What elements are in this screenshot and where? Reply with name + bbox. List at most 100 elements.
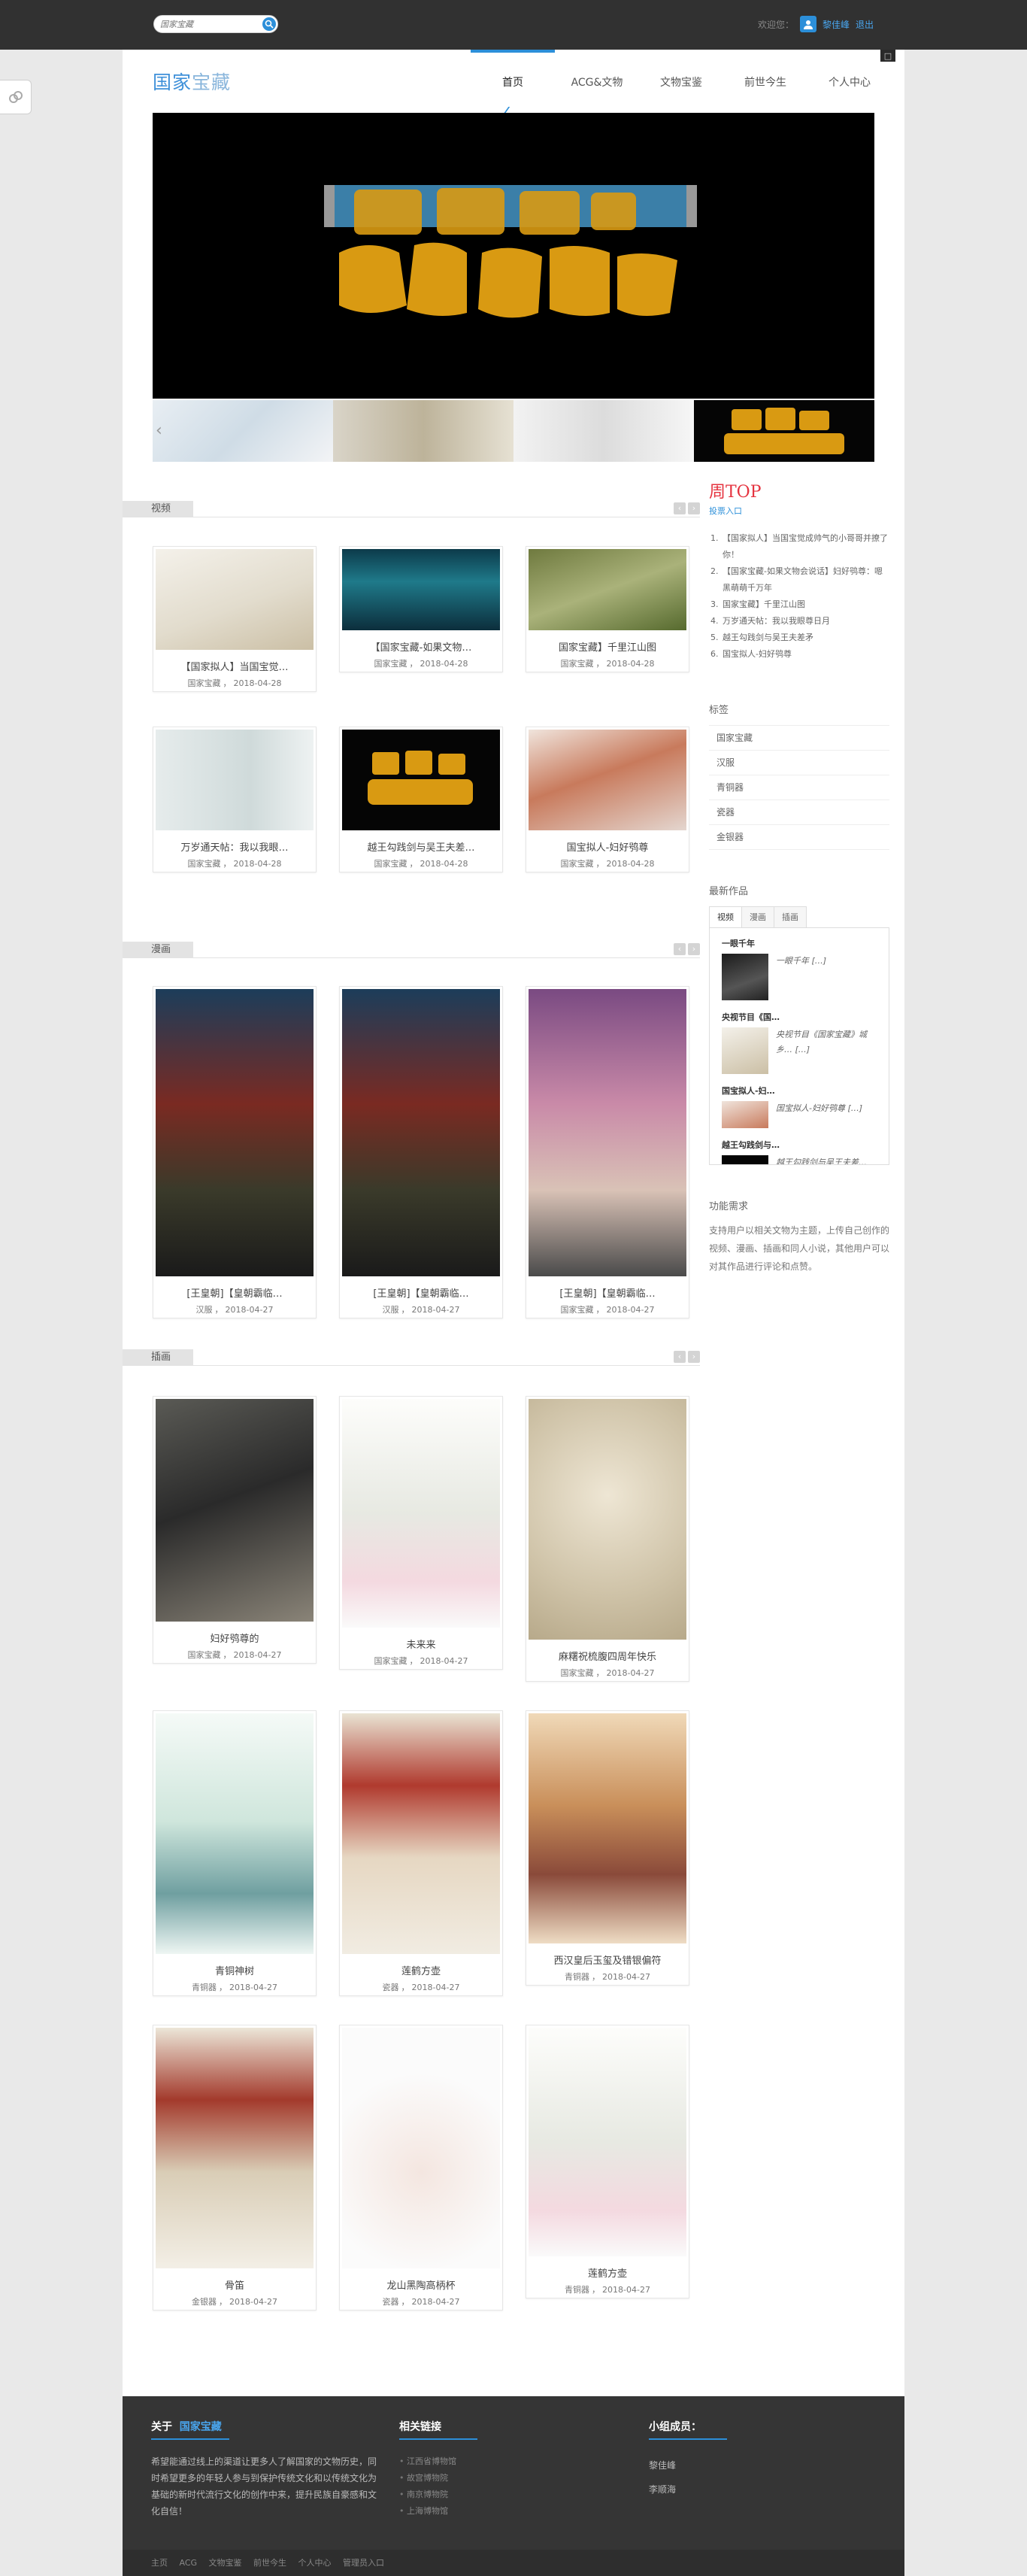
card-category[interactable]: 青铜器 xyxy=(565,2285,589,2295)
user-name-link[interactable]: 黎佳峰 xyxy=(823,18,850,31)
nav-acg[interactable]: ACG&文物 xyxy=(555,50,639,114)
bottom-link-admin[interactable]: 管理员入口 xyxy=(343,2558,384,2568)
card-category[interactable]: 国家宝藏 xyxy=(374,859,407,869)
card-title[interactable]: 青铜神树 xyxy=(156,1963,314,1977)
work-thumbnail[interactable] xyxy=(722,954,768,1000)
banner-thumb-4[interactable] xyxy=(694,400,874,462)
card-title[interactable]: 越王勾践剑与吴王夫差… xyxy=(342,839,500,853)
illustration-card[interactable]: 莲鹤方壶 青铜器， 2018-04-27 xyxy=(526,2025,689,2298)
illustration-card[interactable]: 青铜神树 青铜器， 2018-04-27 xyxy=(153,1710,317,1996)
nav-relics[interactable]: 文物宝鉴 xyxy=(639,50,723,114)
rank-item[interactable]: 国宝拟人-妇好鸮尊 xyxy=(721,646,889,663)
user-avatar[interactable] xyxy=(799,16,816,32)
search-button[interactable] xyxy=(262,17,276,31)
illustration-card[interactable]: 未来来 国家宝藏， 2018-04-27 xyxy=(339,1396,503,1670)
comic-card[interactable]: [王皇朝]【皇朝霸临… 国家宝藏， 2018-04-27 xyxy=(526,986,689,1318)
work-item[interactable]: 央视节目《国… 央视节目《国家宝藏》城乡… […] xyxy=(722,1011,877,1074)
next-arrow-icon[interactable]: › xyxy=(688,1351,700,1363)
card-title[interactable]: 莲鹤方壶 xyxy=(342,1963,500,1977)
card-title[interactable]: 国家宝藏】千里江山图 xyxy=(529,639,686,653)
footer-link[interactable]: 故宫博物院 xyxy=(399,2470,456,2486)
card-category[interactable]: 青铜器 xyxy=(565,1972,589,1982)
illustration-card[interactable]: 骨笛 金银器， 2018-04-27 xyxy=(153,2025,317,2311)
prev-arrow-icon[interactable]: ‹ xyxy=(156,421,162,440)
card-category[interactable]: 瓷器 xyxy=(383,2297,399,2307)
tab-comic[interactable]: 漫画 xyxy=(741,906,774,927)
card-category[interactable]: 汉服 xyxy=(383,1305,399,1315)
card-category[interactable]: 国家宝藏 xyxy=(374,1656,407,1666)
tab-illustration[interactable]: 插画 xyxy=(774,906,807,927)
work-title[interactable]: 一眼千年 xyxy=(722,937,877,949)
work-title[interactable]: 央视节目《国… xyxy=(722,1011,877,1023)
prev-arrow-icon[interactable]: ‹ xyxy=(674,943,686,955)
bottom-link-home[interactable]: 主页 xyxy=(151,2558,168,2568)
bottom-link-acg[interactable]: ACG xyxy=(180,2558,198,2568)
video-card[interactable]: 国宝拟人-妇好鸮尊 国家宝藏， 2018-04-28 xyxy=(526,727,689,872)
nav-home[interactable]: 首页 xyxy=(471,50,555,114)
rank-item[interactable]: 国家宝藏】千里江山图 xyxy=(721,596,889,613)
footer-link[interactable]: 上海博物馆 xyxy=(399,2503,456,2520)
vote-link[interactable]: 投票入口 xyxy=(709,506,742,516)
banner-slider[interactable] xyxy=(153,113,874,399)
work-title[interactable]: 越王勾践剑与… xyxy=(722,1139,877,1151)
work-item[interactable]: 国宝拟人-妇… 国宝拟人-妇好鸮尊 […] xyxy=(722,1085,877,1128)
video-card[interactable]: 【国家宝藏-如果文物… 国家宝藏， 2018-04-28 xyxy=(339,546,503,672)
illustration-card[interactable]: 妇好鸮尊的 国家宝藏， 2018-04-27 xyxy=(153,1396,317,1664)
side-share-tool[interactable] xyxy=(0,80,32,114)
card-title[interactable]: 国宝拟人-妇好鸮尊 xyxy=(529,839,686,853)
card-category[interactable]: 国家宝藏 xyxy=(561,1305,594,1315)
tag-item[interactable]: 青铜器 xyxy=(709,775,889,800)
nav-personal[interactable]: 个人中心 xyxy=(807,50,892,114)
footer-link[interactable]: 南京博物院 xyxy=(399,2486,456,2503)
rank-item[interactable]: 【国家拟人】当国宝觉成帅气的小哥哥并撩了你！ xyxy=(721,530,889,563)
banner-thumb-1[interactable]: ‹ xyxy=(153,400,333,462)
bottom-link-relics[interactable]: 文物宝鉴 xyxy=(209,2558,242,2568)
card-title[interactable]: [王皇朝]【皇朝霸临… xyxy=(529,1285,686,1299)
banner-thumb-3[interactable] xyxy=(514,400,694,462)
work-thumbnail[interactable] xyxy=(722,1155,768,1164)
card-title[interactable]: 【国家拟人】当国宝觉… xyxy=(156,659,314,672)
tag-item[interactable]: 瓷器 xyxy=(709,800,889,825)
work-item[interactable]: 一眼千年 一眼千年 […] xyxy=(722,937,877,1000)
card-category[interactable]: 国家宝藏 xyxy=(561,859,594,869)
logout-link[interactable]: 退出 xyxy=(856,18,874,31)
bottom-link-personal[interactable]: 个人中心 xyxy=(298,2558,332,2568)
video-card[interactable]: 越王勾践剑与吴王夫差… 国家宝藏， 2018-04-28 xyxy=(339,727,503,872)
illustration-card[interactable]: 麻糬祝梳腹四周年快乐 国家宝藏， 2018-04-27 xyxy=(526,1396,689,1682)
rank-item[interactable]: 【国家宝藏-如果文物会说话】妇好鸮尊：嗯黑萌萌千万年 xyxy=(721,563,889,596)
footer-link[interactable]: 江西省博物馆 xyxy=(399,2453,456,2470)
tag-item[interactable]: 汉服 xyxy=(709,751,889,775)
video-card[interactable]: 国家宝藏】千里江山图 国家宝藏， 2018-04-28 xyxy=(526,546,689,672)
bottom-link-history[interactable]: 前世今生 xyxy=(253,2558,286,2568)
card-category[interactable]: 青铜器 xyxy=(192,1983,217,1992)
card-category[interactable]: 国家宝藏 xyxy=(188,859,221,869)
comic-card[interactable]: [王皇朝]【皇朝霸临… 汉服， 2018-04-27 xyxy=(339,986,503,1318)
tag-item[interactable]: 国家宝藏 xyxy=(709,726,889,751)
card-title[interactable]: [王皇朝]【皇朝霸临… xyxy=(342,1285,500,1299)
work-item[interactable]: 越王勾践剑与… 越王勾践剑与吴王夫差… xyxy=(722,1139,877,1164)
illustration-card[interactable]: 西汉皇后玉玺及错银偏符 青铜器， 2018-04-27 xyxy=(526,1710,689,1986)
card-title[interactable]: 骨笛 xyxy=(156,2277,314,2291)
card-category[interactable]: 汉服 xyxy=(196,1305,213,1315)
prev-arrow-icon[interactable]: ‹ xyxy=(674,1351,686,1363)
card-title[interactable]: 妇好鸮尊的 xyxy=(156,1631,314,1644)
card-category[interactable]: 国家宝藏 xyxy=(561,1668,594,1678)
card-title[interactable]: 麻糬祝梳腹四周年快乐 xyxy=(529,1649,686,1662)
video-card[interactable]: 万岁通天帖：我以我眼… 国家宝藏， 2018-04-28 xyxy=(153,727,317,872)
card-category[interactable]: 国家宝藏 xyxy=(374,659,407,669)
rank-item[interactable]: 万岁通天帖：我以我眼尊日月 xyxy=(721,613,889,630)
rank-item[interactable]: 越王勾践剑与吴王夫差矛 xyxy=(721,630,889,646)
comic-card[interactable]: [王皇朝]【皇朝霸临… 汉服， 2018-04-27 xyxy=(153,986,317,1318)
tag-item[interactable]: 金银器 xyxy=(709,825,889,850)
work-thumbnail[interactable] xyxy=(722,1027,768,1074)
search-input[interactable] xyxy=(160,18,256,30)
next-arrow-icon[interactable]: › xyxy=(688,943,700,955)
card-title[interactable]: 莲鹤方壶 xyxy=(529,2265,686,2279)
card-title[interactable]: 万岁通天帖：我以我眼… xyxy=(156,839,314,853)
card-title[interactable]: 龙山黑陶高柄杯 xyxy=(342,2277,500,2291)
card-title[interactable]: 未来来 xyxy=(342,1637,500,1650)
card-category[interactable]: 国家宝藏 xyxy=(561,659,594,669)
tab-video[interactable]: 视频 xyxy=(709,906,742,927)
card-title[interactable]: [王皇朝]【皇朝霸临… xyxy=(156,1285,314,1299)
card-category[interactable]: 金银器 xyxy=(192,2297,217,2307)
